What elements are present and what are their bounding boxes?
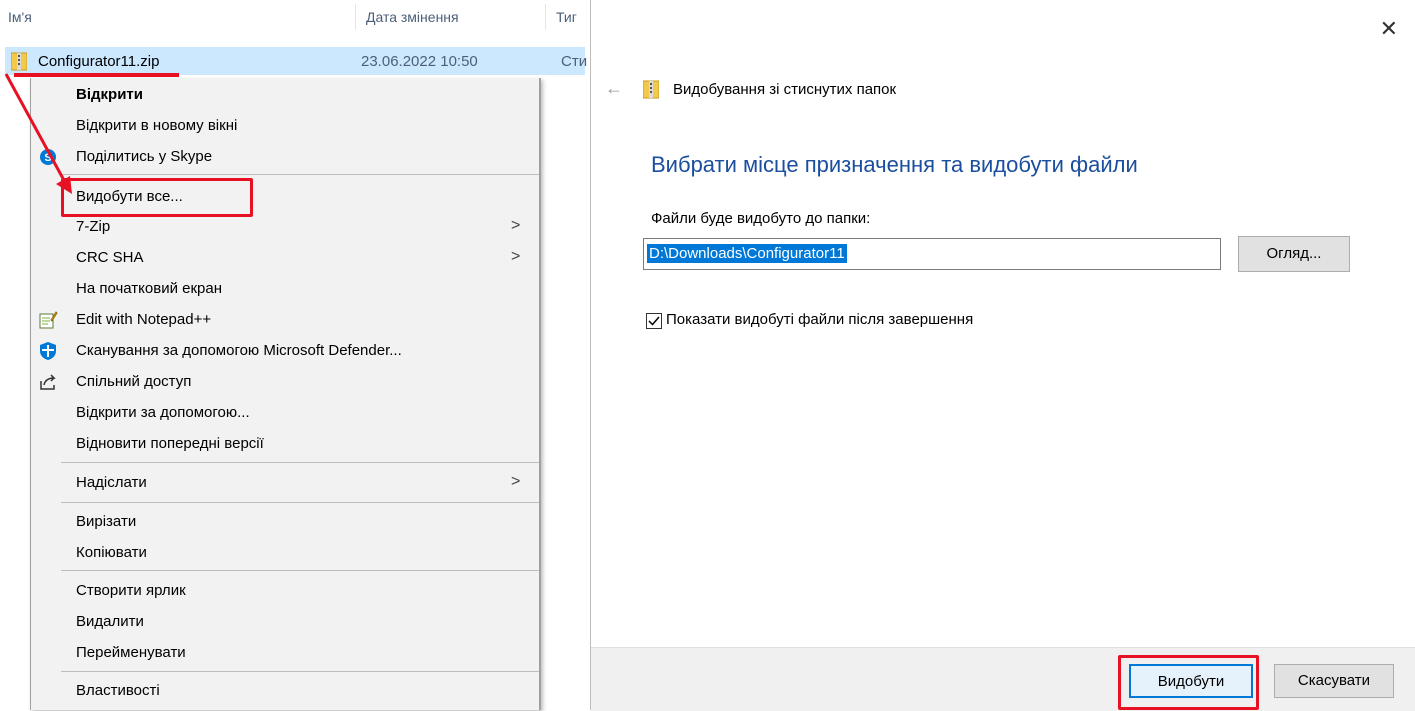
chevron-right-icon: >	[511, 217, 521, 234]
menu-separator	[61, 502, 539, 503]
menu-separator	[61, 671, 539, 672]
menu-item-pin-start[interactable]: На початковий екран	[31, 274, 539, 305]
menu-item-copy[interactable]: Копіювати	[31, 538, 539, 569]
menu-item-restore-versions[interactable]: Відновити попередні версії	[31, 429, 539, 460]
dialog-heading: Вибрати місце призначення та видобути фа…	[651, 152, 1138, 177]
column-name[interactable]: Ім'я	[8, 9, 32, 25]
destination-path-value: D:\Downloads\Configurator11	[647, 244, 847, 263]
menu-separator	[61, 462, 539, 463]
notepadpp-icon	[39, 311, 58, 329]
browse-button[interactable]: Огляд...	[1238, 236, 1350, 272]
menu-item-cut[interactable]: Вирізати	[31, 507, 539, 538]
red-arrow-annotation	[4, 73, 72, 194]
menu-item-properties[interactable]: Властивості	[31, 676, 539, 707]
column-type[interactable]: Тиг	[556, 9, 577, 25]
dialog-footer: Видобути Скасувати	[591, 647, 1415, 711]
show-files-checkbox[interactable]	[646, 313, 662, 329]
zip-folder-icon	[643, 80, 659, 99]
back-arrow-icon[interactable]: ←	[605, 78, 623, 99]
menu-item-notepadpp[interactable]: Edit with Notepad++	[31, 305, 539, 336]
column-header: Ім'я Дата змінення Тиг	[0, 0, 600, 36]
red-highlight-annotation	[1118, 655, 1259, 710]
destination-label: Файли буде видобуто до папки:	[651, 210, 871, 227]
menu-item-crc-sha[interactable]: CRC SHA >	[31, 243, 539, 274]
menu-item-create-shortcut[interactable]: Створити ярлик	[31, 576, 539, 607]
defender-shield-icon	[40, 342, 56, 360]
destination-path-input[interactable]: D:\Downloads\Configurator11	[643, 238, 1221, 270]
menu-item-rename[interactable]: Перейменувати	[31, 638, 539, 669]
share-icon	[40, 374, 56, 390]
file-type: Сти	[561, 53, 588, 70]
extract-dialog: ✕ ← Видобування зі стиснутих папок Вибра…	[590, 0, 1415, 711]
checkmark-icon	[648, 316, 660, 326]
chevron-right-icon: >	[511, 248, 521, 265]
menu-item-open-with[interactable]: Відкрити за допомогою...	[31, 398, 539, 429]
dialog-title: Видобування зі стиснутих папок	[673, 81, 897, 98]
menu-item-send-to[interactable]: Надіслати >	[31, 468, 539, 499]
show-files-label: Показати видобуті файли після завершення	[666, 311, 974, 328]
chevron-right-icon: >	[511, 473, 521, 490]
file-date: 23.06.2022 10:50	[361, 53, 478, 70]
cancel-button[interactable]: Скасувати	[1274, 664, 1394, 698]
menu-separator	[61, 570, 539, 571]
close-icon[interactable]: ✕	[1380, 16, 1398, 42]
menu-item-delete[interactable]: Видалити	[31, 607, 539, 638]
column-date[interactable]: Дата змінення	[366, 9, 459, 25]
menu-item-defender-scan[interactable]: Сканування за допомогою Microsoft Defend…	[31, 336, 539, 367]
menu-item-share[interactable]: Спільний доступ	[31, 367, 539, 398]
